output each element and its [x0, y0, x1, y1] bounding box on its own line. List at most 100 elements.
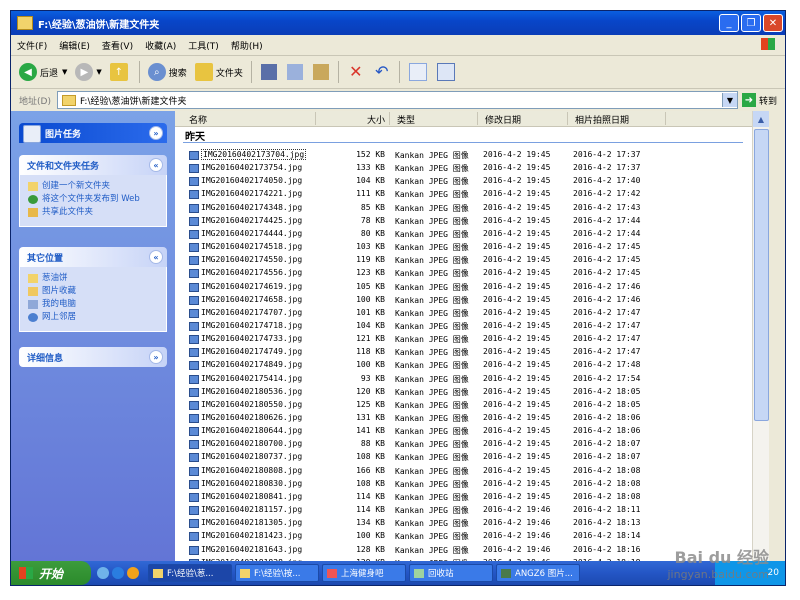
file-row[interactable]: IMG20160402180550.jpg 125 KB Kankan JPEG 图… [175, 399, 765, 412]
share-folder-link[interactable]: 共享此文件夹 [28, 207, 166, 218]
restore-button[interactable]: ❐ [741, 14, 761, 32]
ie-icon[interactable] [112, 567, 124, 579]
column-divider[interactable] [567, 112, 568, 125]
file-taken: 2016-4-2 17:45 [573, 268, 641, 278]
column-name[interactable]: 名称 [189, 113, 207, 126]
forward-button[interactable]: ▶ ▼ [71, 59, 105, 85]
copy-icon[interactable] [286, 64, 303, 80]
undo-icon[interactable]: ↶ [374, 64, 390, 80]
folders-button[interactable]: 文件夹 [191, 59, 247, 85]
file-row[interactable]: IMG20160402174518.jpg 103 KB Kankan JPEG 图… [175, 241, 765, 254]
search-button[interactable]: ⌕ 搜索 [144, 59, 191, 85]
views-icon[interactable] [436, 63, 455, 81]
close-button[interactable]: ✕ [763, 14, 783, 32]
file-row[interactable]: IMG20160402180830.jpg 108 KB Kankan JPEG 图… [175, 478, 765, 491]
scroll-thumb[interactable] [754, 129, 769, 421]
start-button[interactable]: 开始 [11, 561, 91, 585]
file-row[interactable]: IMG20160402174849.jpg 100 KB Kankan JPEG 图… [175, 359, 765, 372]
file-row[interactable]: IMG20160402180536.jpg 120 KB Kankan JPEG 图… [175, 386, 765, 399]
file-row[interactable]: IMG20160402175414.jpg 93 KB Kankan JPEG 图像… [175, 373, 765, 386]
file-row[interactable]: IMG20160402180841.jpg 114 KB Kankan JPEG 图… [175, 491, 765, 504]
picture-tasks-header[interactable]: 图片任务 » [19, 123, 167, 143]
file-row[interactable]: IMG20160402174749.jpg 118 KB Kankan JPEG 图… [175, 346, 765, 359]
chevron-down-icon[interactable]: ▼ [721, 93, 737, 107]
file-row[interactable]: IMG20160402181305.jpg 134 KB Kankan JPEG 图… [175, 517, 765, 530]
menu-tools[interactable]: 工具(T) [182, 39, 225, 52]
file-row[interactable]: IMG20160402180644.jpg 141 KB Kankan JPEG 图… [175, 425, 765, 438]
file-row[interactable]: IMG20160402174658.jpg 100 KB Kankan JPEG 图… [175, 294, 765, 307]
file-row[interactable]: IMG20160402180737.jpg 108 KB Kankan JPEG 图… [175, 451, 765, 464]
file-row[interactable]: IMG20160402180808.jpg 166 KB Kankan JPEG 图… [175, 465, 765, 478]
place-link[interactable]: 葱油饼 [28, 273, 166, 284]
menu-favorites[interactable]: 收藏(A) [139, 39, 182, 52]
go-button[interactable]: ➜ 转到 [741, 93, 777, 107]
file-row[interactable]: IMG20160402174050.jpg 104 KB Kankan JPEG 图… [175, 175, 765, 188]
file-taken: 2016-4-2 17:44 [573, 215, 641, 225]
desktop-icon[interactable] [97, 567, 109, 579]
publish-web-link[interactable]: 将这个文件夹发布到 Web [28, 194, 166, 205]
column-divider[interactable] [665, 112, 666, 125]
menu-view[interactable]: 查看(V) [96, 39, 139, 52]
delete-icon[interactable]: ✕ [348, 64, 364, 80]
menu-help[interactable]: 帮助(H) [225, 39, 269, 52]
file-row[interactable]: IMG20160402174718.jpg 104 KB Kankan JPEG 图… [175, 320, 765, 333]
column-divider[interactable] [477, 112, 478, 125]
back-button[interactable]: ◀ 后退 ▼ [15, 59, 71, 85]
details-header[interactable]: 详细信息 » [19, 347, 167, 367]
file-tasks-header[interactable]: 文件和文件夹任务 « [19, 155, 167, 175]
scroll-up-icon[interactable]: ▲ [753, 111, 769, 127]
other-places-header[interactable]: 其它位置 « [19, 247, 167, 267]
column-divider[interactable] [389, 112, 390, 125]
new-folder-link[interactable]: 创建一个新文件夹 [28, 181, 166, 192]
file-row[interactable]: IMG20160402180700.jpg 88 KB Kankan JPEG 图像… [175, 438, 765, 451]
place-link[interactable]: 图片收藏 [28, 286, 166, 297]
chevron-down-icon[interactable]: » [149, 126, 163, 140]
menu-edit[interactable]: 编辑(E) [53, 39, 96, 52]
menu-file[interactable]: 文件(F) [11, 39, 53, 52]
jpeg-file-icon [189, 479, 199, 489]
cut-icon[interactable] [260, 64, 277, 80]
file-row[interactable]: IMG20160402174348.jpg 85 KB Kankan JPEG 图像… [175, 202, 765, 215]
clock[interactable]: 20 [768, 568, 779, 578]
taskbar-item[interactable]: F:\经验\按... [235, 564, 319, 582]
properties-icon[interactable] [408, 63, 427, 81]
file-row[interactable]: IMG20160402174707.jpg 101 KB Kankan JPEG 图… [175, 307, 765, 320]
file-row[interactable]: IMG20160402181157.jpg 114 KB Kankan JPEG 图… [175, 504, 765, 517]
column-taken[interactable]: 相片拍照日期 [575, 113, 629, 126]
taskbar-item[interactable]: ANGZ6 图片... [496, 564, 580, 582]
file-row[interactable]: IMG20160402181423.jpg 100 KB Kankan JPEG 图… [175, 530, 765, 543]
file-size: 120 KB [356, 386, 385, 396]
chevron-down-icon[interactable]: » [149, 350, 163, 364]
place-link[interactable]: 我的电脑 [28, 299, 166, 310]
file-row[interactable]: IMG20160402173754.jpg 133 KB Kankan JPEG 图… [175, 162, 765, 175]
place-link[interactable]: 网上邻居 [28, 312, 166, 323]
file-row[interactable]: IMG20160402174425.jpg 78 KB Kankan JPEG 图像… [175, 215, 765, 228]
file-row[interactable]: IMG20160402180626.jpg 131 KB Kankan JPEG 图… [175, 412, 765, 425]
column-modified[interactable]: 修改日期 [485, 113, 521, 126]
browser-icon[interactable] [127, 567, 139, 579]
file-taken: 2016-4-2 17:47 [573, 320, 641, 330]
paste-icon[interactable] [312, 64, 329, 80]
column-divider[interactable] [315, 112, 316, 125]
file-row[interactable]: IMG20160402174619.jpg 105 KB Kankan JPEG 图… [175, 281, 765, 294]
column-type[interactable]: 类型 [397, 113, 415, 126]
chevron-up-icon[interactable]: « [149, 158, 163, 172]
file-row[interactable]: IMG20160402174550.jpg 119 KB Kankan JPEG 图… [175, 254, 765, 267]
taskbar-item[interactable]: F:\经验\葱... [148, 564, 232, 582]
address-input[interactable]: F:\经验\葱油饼\新建文件夹 ▼ [56, 91, 738, 109]
column-size[interactable]: 大小 [367, 113, 385, 126]
search-icon: ⌕ [147, 63, 166, 81]
taskbar-item[interactable]: 回收站 [409, 564, 493, 582]
file-row[interactable]: IMG20160402174444.jpg 80 KB Kankan JPEG 图像… [175, 228, 765, 241]
taskbar-item[interactable]: 上海健身吧 [322, 564, 406, 582]
file-row[interactable]: IMG20160402174733.jpg 121 KB Kankan JPEG 图… [175, 333, 765, 346]
picture-tasks-panel: 图片任务 » [19, 123, 167, 143]
file-row[interactable]: IMG20160402174221.jpg 111 KB Kankan JPEG 图… [175, 188, 765, 201]
file-row[interactable]: IMG20160402173704.jpg 152 KB Kankan JPEG 图… [175, 149, 765, 162]
minimize-button[interactable]: _ [719, 14, 739, 32]
up-button[interactable]: ↑ [106, 59, 135, 85]
file-row[interactable]: IMG20160402174556.jpg 123 KB Kankan JPEG 图… [175, 267, 765, 280]
title-bar[interactable]: F:\经验\葱油饼\新建文件夹 _ ❐ ✕ [11, 11, 785, 35]
chevron-up-icon[interactable]: « [149, 250, 163, 264]
vertical-scrollbar[interactable]: ▲ [752, 111, 769, 561]
